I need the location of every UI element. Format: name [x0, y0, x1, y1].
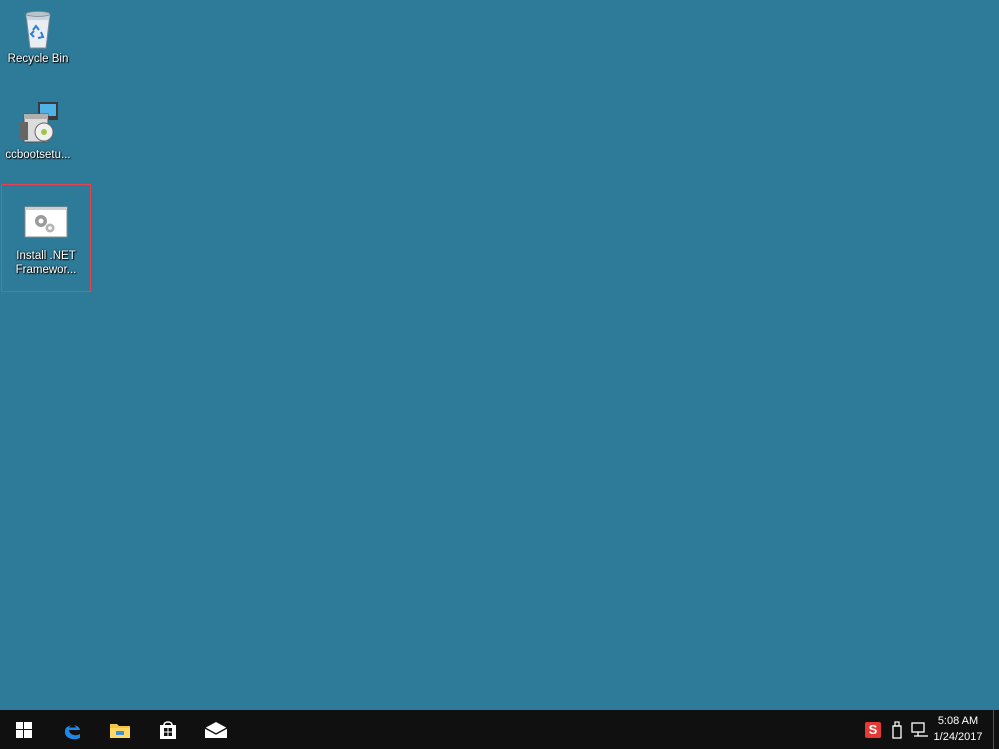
desktop-icon-label: Recycle Bin	[7, 53, 69, 65]
tray-usb-button[interactable]	[886, 710, 908, 749]
windows-start-icon	[16, 721, 32, 738]
mail-icon	[204, 721, 228, 738]
recycle-bin-icon	[14, 6, 62, 50]
show-desktop-button[interactable]	[993, 710, 999, 749]
clock-time: 5:08 AM	[937, 715, 979, 727]
taskbar-mail-button[interactable]	[192, 710, 240, 749]
desktop-icon-recycle-bin[interactable]: Recycle Bin	[0, 6, 78, 66]
desktop-icon-ccbootsetup[interactable]: ccbootsetu...	[0, 102, 78, 162]
desktop: Recycle Bin ccbootsetu... Install .NET F…	[0, 0, 999, 710]
taskbar-store-button[interactable]	[144, 710, 192, 749]
ime-label: S	[868, 721, 878, 737]
tray-ime-button[interactable]: S	[862, 710, 884, 749]
taskbar-clock[interactable]: 5:08 AM 1/24/2017	[927, 713, 989, 745]
usb-eject-icon	[892, 720, 902, 739]
taskbar-edge-button[interactable]	[48, 710, 96, 749]
gear-script-icon	[22, 203, 70, 247]
desktop-icon-label: ccbootsetu...	[5, 149, 71, 161]
taskbar-file-explorer-button[interactable]	[96, 710, 144, 749]
ime-sogou-icon: S	[865, 721, 881, 738]
desktop-icon-label-line2: Framewor...	[15, 264, 77, 276]
clock-date: 1/24/2017	[933, 731, 983, 743]
start-button[interactable]	[0, 710, 48, 749]
taskbar: S 5:08 AM 1/24/2017	[0, 710, 999, 749]
installer-package-icon	[14, 102, 62, 146]
store-icon	[160, 720, 176, 739]
edge-browser-icon	[64, 724, 80, 739]
desktop-icon-label-line1: Install .NET	[16, 250, 76, 262]
folder-icon	[110, 723, 130, 738]
desktop-icon-install-dotnet[interactable]: Install .NET Framewor...	[1, 184, 91, 292]
